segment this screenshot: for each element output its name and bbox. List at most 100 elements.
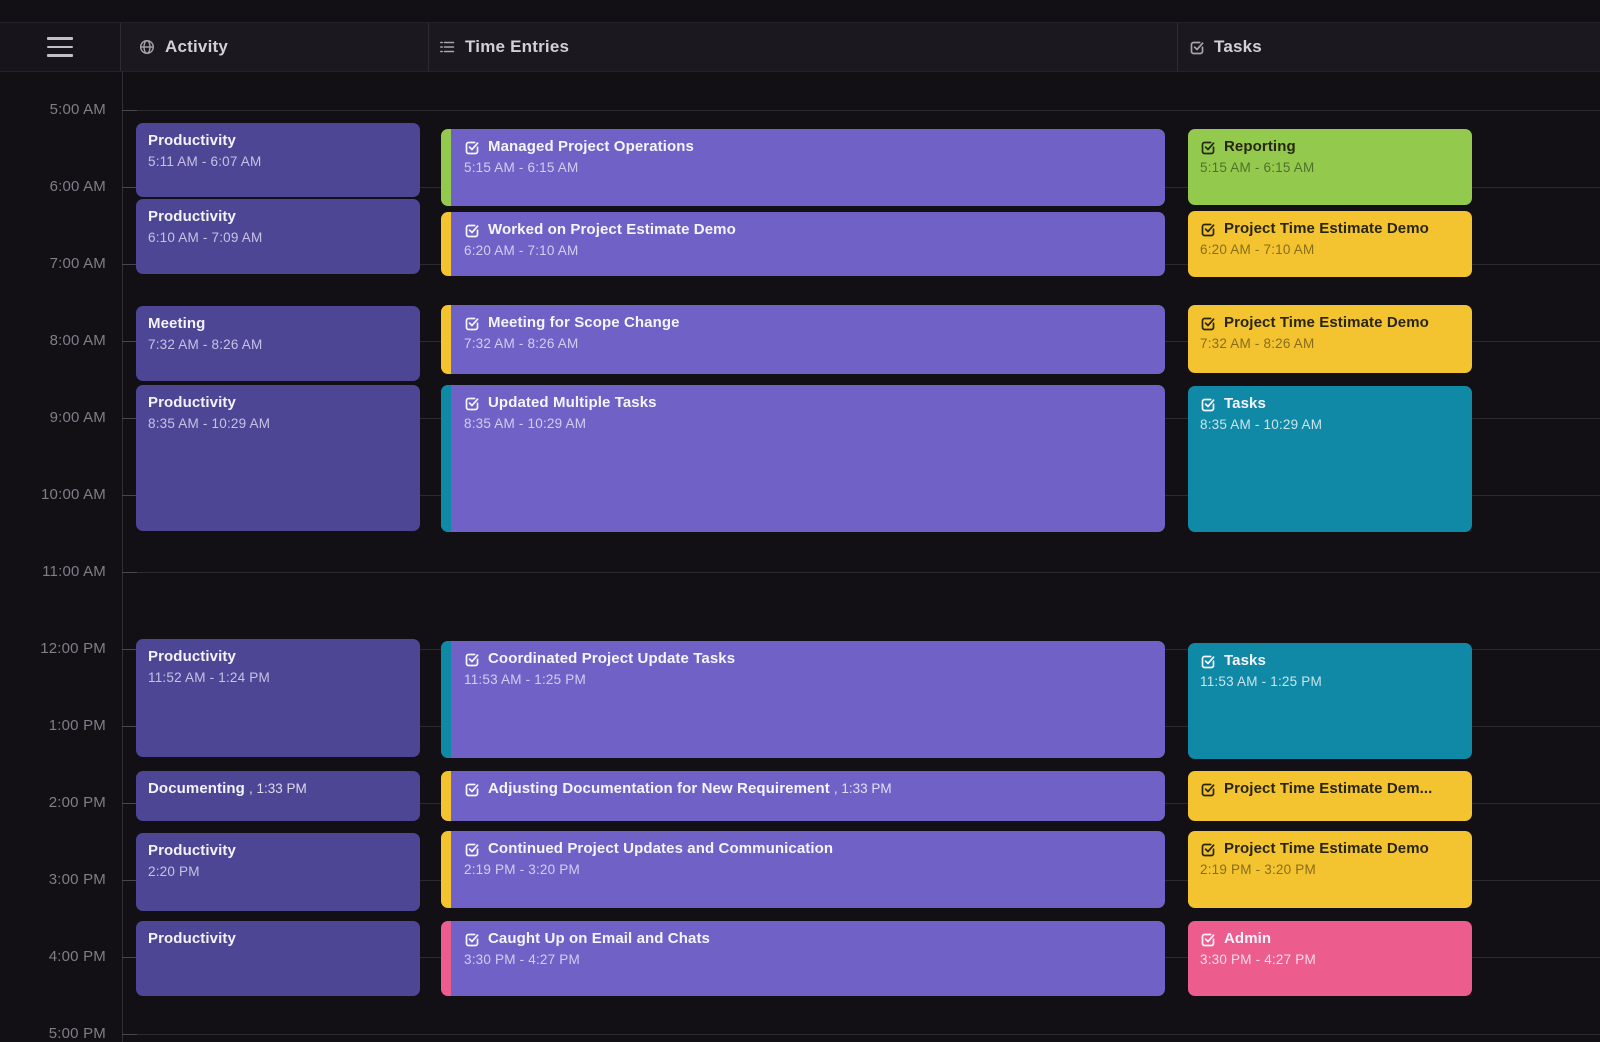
card-title: Managed Project Operations: [488, 138, 694, 155]
column-header-tasks[interactable]: Tasks: [1177, 23, 1600, 71]
card-title: Project Time Estimate Dem...: [1224, 780, 1432, 797]
checkbox-icon: [1200, 315, 1216, 331]
column-header-activity[interactable]: Activity: [120, 23, 428, 71]
time-tracking-app: Activity Time Entries Tasks 5:00 AM 6:00…: [0, 0, 1600, 1042]
card-title: Project Time Estimate Demo: [1224, 840, 1429, 857]
column-title: Time Entries: [465, 37, 569, 57]
time-entry-card[interactable]: Coordinated Project Update Tasks 11:53 A…: [441, 641, 1165, 758]
hour-label: 12:00 PM: [0, 638, 106, 660]
hour-label: 4:00 PM: [0, 946, 106, 968]
list-icon: [438, 38, 456, 56]
activity-card[interactable]: Productivity 11:52 AM - 1:24 PM: [136, 639, 420, 757]
card-title: Productivity: [148, 132, 236, 149]
card-time: 2:19 PM - 3:20 PM: [464, 862, 1153, 877]
checkbox-icon: [1200, 221, 1216, 237]
column-header-time-entries[interactable]: Time Entries: [428, 23, 1177, 71]
card-title: Adjusting Documentation for New Requirem…: [488, 780, 830, 797]
card-title: Worked on Project Estimate Demo: [488, 221, 736, 238]
hour-gridline: [122, 110, 1600, 111]
card-title: Documenting: [148, 780, 245, 797]
card-time: 11:52 AM - 1:24 PM: [148, 670, 408, 685]
card-time: 6:20 AM - 7:10 AM: [1200, 242, 1460, 257]
activity-card[interactable]: Productivity 2:20 PM: [136, 833, 420, 911]
card-time: 3:30 PM - 4:27 PM: [1200, 952, 1460, 967]
task-card[interactable]: Project Time Estimate Demo 2:19 PM - 3:2…: [1188, 831, 1472, 908]
card-title: Project Time Estimate Demo: [1224, 220, 1429, 237]
task-card[interactable]: Project Time Estimate Demo 6:20 AM - 7:1…: [1188, 211, 1472, 277]
card-inline-time: , 1:33 PM: [834, 781, 892, 796]
hour-label: 9:00 AM: [0, 407, 106, 429]
hour-label: 7:00 AM: [0, 253, 106, 275]
card-time: 11:53 AM - 1:25 PM: [1200, 674, 1460, 689]
card-time: 8:35 AM - 10:29 AM: [148, 416, 408, 431]
card-time: 6:10 AM - 7:09 AM: [148, 230, 408, 245]
card-title: Continued Project Updates and Communicat…: [488, 840, 833, 857]
hamburger-icon[interactable]: [47, 37, 73, 57]
checkbox-icon: [1200, 841, 1216, 857]
activity-card[interactable]: Documenting , 1:33 PM: [136, 771, 420, 821]
card-title: Tasks: [1224, 652, 1266, 669]
timeline-board: 5:00 AM 6:00 AM 7:00 AM 8:00 AM 9:00 AM …: [0, 71, 1600, 1042]
time-gutter-divider: [122, 71, 123, 1042]
time-entry-card[interactable]: Continued Project Updates and Communicat…: [441, 831, 1165, 908]
checkbox-icon: [1200, 931, 1216, 947]
hour-label: 11:00 AM: [0, 561, 106, 583]
column-title: Tasks: [1214, 37, 1262, 57]
checkbox-icon: [1200, 396, 1216, 412]
hour-label: 6:00 AM: [0, 176, 106, 198]
activity-card[interactable]: Productivity 6:10 AM - 7:09 AM: [136, 199, 420, 274]
activity-card[interactable]: Productivity 8:35 AM - 10:29 AM: [136, 385, 420, 531]
card-time: 8:35 AM - 10:29 AM: [464, 416, 1153, 431]
hour-gridline: [122, 572, 1600, 573]
card-inline-time: , 1:33 PM: [249, 781, 307, 796]
time-entry-card[interactable]: Adjusting Documentation for New Requirem…: [441, 771, 1165, 821]
time-entry-card[interactable]: Worked on Project Estimate Demo 6:20 AM …: [441, 212, 1165, 276]
activity-card[interactable]: Productivity: [136, 921, 420, 996]
checkbox-icon: [1189, 39, 1205, 55]
hour-label: 5:00 PM: [0, 1023, 106, 1042]
card-title: Productivity: [148, 648, 236, 665]
card-time: 2:19 PM - 3:20 PM: [1200, 862, 1460, 877]
column-title: Activity: [165, 37, 228, 57]
time-entry-card[interactable]: Updated Multiple Tasks 8:35 AM - 10:29 A…: [441, 385, 1165, 532]
hour-label: 3:00 PM: [0, 869, 106, 891]
entry-accent-strip: [441, 212, 451, 276]
task-card[interactable]: Reporting 5:15 AM - 6:15 AM: [1188, 129, 1472, 205]
task-card[interactable]: Admin 3:30 PM - 4:27 PM: [1188, 921, 1472, 996]
task-card[interactable]: Tasks 8:35 AM - 10:29 AM: [1188, 386, 1472, 532]
card-time: 7:32 AM - 8:26 AM: [1200, 336, 1460, 351]
checkbox-icon: [464, 781, 480, 797]
card-time: 5:11 AM - 6:07 AM: [148, 154, 408, 169]
time-entry-card[interactable]: Managed Project Operations 5:15 AM - 6:1…: [441, 129, 1165, 206]
checkbox-icon: [464, 139, 480, 155]
entry-accent-strip: [441, 385, 451, 532]
checkbox-icon: [464, 651, 480, 667]
card-title: Productivity: [148, 842, 236, 859]
checkbox-icon: [1200, 653, 1216, 669]
card-title: Coordinated Project Update Tasks: [488, 650, 735, 667]
checkbox-icon: [1200, 139, 1216, 155]
menu-button[interactable]: [0, 23, 120, 71]
task-card[interactable]: Project Time Estimate Dem...: [1188, 771, 1472, 821]
time-entry-card[interactable]: Meeting for Scope Change 7:32 AM - 8:26 …: [441, 305, 1165, 374]
task-card[interactable]: Project Time Estimate Demo 7:32 AM - 8:2…: [1188, 305, 1472, 373]
entry-accent-strip: [441, 771, 451, 821]
hour-label: 8:00 AM: [0, 330, 106, 352]
task-card[interactable]: Tasks 11:53 AM - 1:25 PM: [1188, 643, 1472, 759]
card-time: 5:15 AM - 6:15 AM: [1200, 160, 1460, 175]
time-entry-card[interactable]: Caught Up on Email and Chats 3:30 PM - 4…: [441, 921, 1165, 996]
card-title: Tasks: [1224, 395, 1266, 412]
checkbox-icon: [464, 841, 480, 857]
checkbox-icon: [464, 931, 480, 947]
checkbox-icon: [464, 395, 480, 411]
card-title: Admin: [1224, 930, 1271, 947]
card-time: 5:15 AM - 6:15 AM: [464, 160, 1153, 175]
entry-accent-strip: [441, 831, 451, 908]
card-title: Meeting: [148, 315, 205, 332]
card-time: 7:32 AM - 8:26 AM: [464, 336, 1153, 351]
activity-card[interactable]: Meeting 7:32 AM - 8:26 AM: [136, 306, 420, 381]
globe-icon: [138, 38, 156, 56]
checkbox-icon: [464, 315, 480, 331]
card-title: Meeting for Scope Change: [488, 314, 680, 331]
activity-card[interactable]: Productivity 5:11 AM - 6:07 AM: [136, 123, 420, 197]
